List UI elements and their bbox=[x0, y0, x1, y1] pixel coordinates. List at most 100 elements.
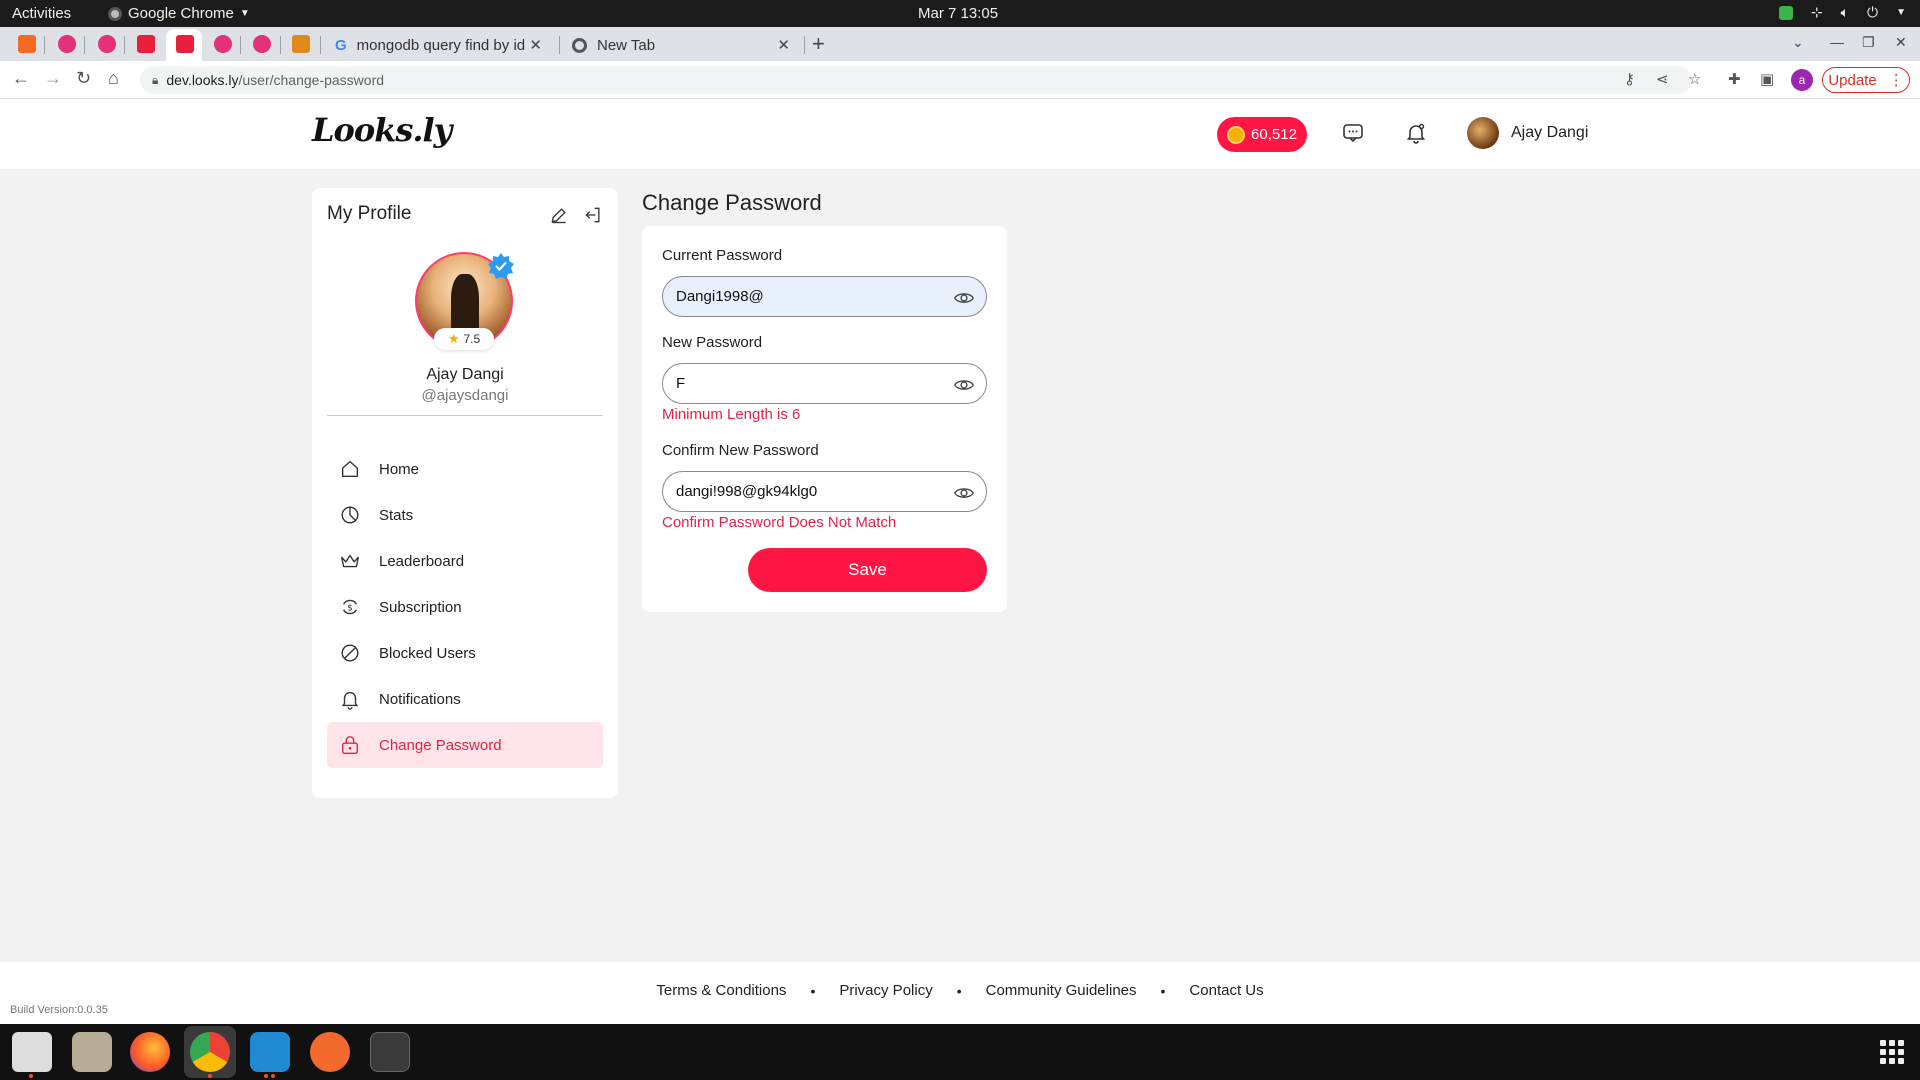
postman-app-icon[interactable] bbox=[310, 1032, 350, 1072]
bookmark-star-icon[interactable]: ☆ bbox=[1688, 70, 1701, 88]
settings-app-icon[interactable] bbox=[12, 1032, 52, 1072]
menu-item-subscription[interactable]: $ Subscription bbox=[327, 584, 603, 630]
key-icon[interactable]: ⚷ bbox=[1624, 70, 1635, 88]
running-indicator bbox=[264, 1074, 268, 1078]
tab-title: mongodb query find by id bbox=[356, 36, 526, 54]
address-bar[interactable]: 🔒︎ dev.looks.ly /user/change-password bbox=[140, 66, 1692, 94]
files-app-icon[interactable] bbox=[72, 1032, 112, 1072]
menu-item-change-password[interactable]: Change Password bbox=[327, 722, 603, 768]
tab-separator bbox=[280, 36, 281, 54]
side-panel-icon[interactable]: ▣ bbox=[1760, 70, 1774, 88]
profile-heading: My Profile bbox=[327, 203, 412, 224]
rating-badge: ★ 7.5 bbox=[434, 328, 494, 350]
footer-link-terms[interactable]: Terms & Conditions bbox=[656, 982, 786, 999]
clock[interactable]: Mar 7 13:05 bbox=[918, 5, 998, 22]
tab-title: New Tab bbox=[597, 36, 656, 54]
menu-item-label: Leaderboard bbox=[379, 552, 465, 570]
update-button[interactable]: Update ⋮ bbox=[1822, 67, 1910, 93]
site-header: Looks.ly 60,512 Ajay Dangi bbox=[0, 99, 1920, 169]
volume-icon: 🔈︎ bbox=[1840, 4, 1850, 20]
terminal-app-icon[interactable] bbox=[370, 1032, 410, 1072]
menu-item-blocked-users[interactable]: Blocked Users bbox=[327, 630, 603, 676]
firefox-app-icon[interactable] bbox=[130, 1032, 170, 1072]
new-password-field[interactable]: F bbox=[662, 363, 987, 404]
looks-tab-icon[interactable] bbox=[98, 35, 116, 53]
close-tab-icon[interactable]: ✕ bbox=[529, 36, 542, 54]
footer-link-contact[interactable]: Contact Us bbox=[1189, 982, 1263, 999]
user-menu[interactable]: Ajay Dangi bbox=[1467, 117, 1588, 149]
back-icon[interactable]: ← bbox=[12, 68, 30, 89]
running-indicator bbox=[271, 1074, 275, 1078]
tab-new-tab[interactable]: New Tab ✕ bbox=[568, 29, 800, 61]
profile-name: Ajay Dangi bbox=[426, 366, 504, 383]
new-tab-button[interactable]: + bbox=[812, 31, 825, 57]
app-menu[interactable]: Google Chrome ▼ bbox=[108, 5, 250, 22]
looks-tab-icon[interactable] bbox=[58, 35, 76, 53]
coin-balance: 60,512 bbox=[1251, 126, 1297, 143]
system-top-bar: Activities Google Chrome ▼ Mar 7 13:05 ⊹… bbox=[0, 0, 1920, 27]
tab-mongodb[interactable]: G mongodb query find by id ✕ bbox=[330, 29, 552, 61]
lock-icon bbox=[341, 736, 359, 754]
system-tray[interactable]: ⊹ 🔈︎ ⏻ ▼ bbox=[1778, 4, 1906, 21]
url-host: dev.looks.ly bbox=[166, 72, 239, 88]
menu-item-notifications[interactable]: Notifications bbox=[327, 676, 603, 722]
logout-icon[interactable] bbox=[583, 205, 603, 225]
current-password-field[interactable]: Dangi1998@ bbox=[662, 276, 987, 317]
footer-link-guidelines[interactable]: Community Guidelines bbox=[986, 982, 1137, 999]
eye-icon[interactable] bbox=[953, 287, 975, 309]
looks-tab-icon[interactable] bbox=[253, 35, 271, 53]
menu-item-label: Subscription bbox=[379, 598, 462, 616]
forward-icon[interactable]: → bbox=[44, 68, 62, 89]
profile-avatar[interactable]: a bbox=[1791, 69, 1813, 91]
minimize-icon[interactable]: — bbox=[1830, 34, 1844, 50]
close-window-icon[interactable]: ✕ bbox=[1895, 34, 1907, 51]
reload-icon[interactable]: ↻ bbox=[76, 68, 91, 89]
vscode-app-icon[interactable] bbox=[250, 1032, 290, 1072]
profile-menu: Home Stats Leaderboard $ Subscription Bl… bbox=[327, 446, 603, 768]
tab-separator bbox=[44, 36, 45, 54]
home-icon[interactable]: ⌂ bbox=[108, 68, 119, 89]
new-password-label: New Password bbox=[662, 334, 763, 351]
looks-tab-icon[interactable] bbox=[214, 35, 232, 53]
save-button[interactable]: Save bbox=[748, 548, 987, 592]
menu-item-leaderboard[interactable]: Leaderboard bbox=[327, 538, 603, 584]
star-icon: ★ bbox=[447, 331, 460, 346]
eye-icon[interactable] bbox=[953, 482, 975, 504]
running-indicator bbox=[208, 1074, 212, 1078]
chrome-app-icon[interactable] bbox=[190, 1032, 230, 1072]
confirm-password-label: Confirm New Password bbox=[662, 442, 819, 459]
activities-button[interactable]: Activities bbox=[12, 5, 71, 22]
tab-separator bbox=[804, 36, 805, 54]
maximize-icon[interactable]: ❐ bbox=[1862, 34, 1875, 51]
menu-item-label: Change Password bbox=[379, 736, 502, 754]
app-tab-icon[interactable] bbox=[137, 35, 155, 53]
browser-toolbar: ← → ↻ ⌂ 🔒︎ dev.looks.ly /user/change-pas… bbox=[0, 61, 1920, 99]
coin-balance-button[interactable]: 60,512 bbox=[1217, 117, 1307, 152]
footer-link-privacy[interactable]: Privacy Policy bbox=[839, 982, 932, 999]
photo-figure bbox=[451, 274, 479, 334]
close-tab-icon[interactable]: ✕ bbox=[777, 36, 790, 54]
tab-active[interactable] bbox=[166, 29, 202, 61]
bell-icon[interactable] bbox=[1404, 121, 1428, 145]
eye-icon[interactable] bbox=[953, 374, 975, 396]
menu-item-stats[interactable]: Stats bbox=[327, 492, 603, 538]
lock-icon[interactable]: 🔒︎ bbox=[152, 73, 158, 88]
menu-item-label: Home bbox=[379, 460, 420, 478]
pwa-tab-icon[interactable] bbox=[292, 35, 310, 53]
confirm-password-field[interactable]: dangi!998@gk94klg0 bbox=[662, 471, 987, 512]
menu-item-home[interactable]: Home bbox=[327, 446, 603, 492]
show-apps-icon[interactable] bbox=[1880, 1040, 1904, 1064]
tab-search-icon[interactable]: ⌄ bbox=[1792, 34, 1804, 51]
chrome-icon bbox=[108, 6, 122, 21]
verified-badge-icon bbox=[488, 253, 514, 279]
taskbar-dock bbox=[0, 1024, 1920, 1080]
extensions-icon[interactable]: ✚ bbox=[1728, 70, 1741, 88]
site-logo[interactable]: Looks.ly bbox=[312, 111, 452, 149]
chat-icon[interactable] bbox=[1341, 121, 1365, 145]
pie-chart-icon bbox=[341, 506, 359, 524]
share-icon[interactable]: ⋖ bbox=[1656, 70, 1669, 88]
app-menu-label: Google Chrome bbox=[128, 5, 234, 22]
more-vert-icon: ⋮ bbox=[1888, 72, 1904, 89]
gitlab-tab-icon[interactable] bbox=[18, 35, 36, 53]
edit-icon[interactable] bbox=[549, 205, 569, 225]
